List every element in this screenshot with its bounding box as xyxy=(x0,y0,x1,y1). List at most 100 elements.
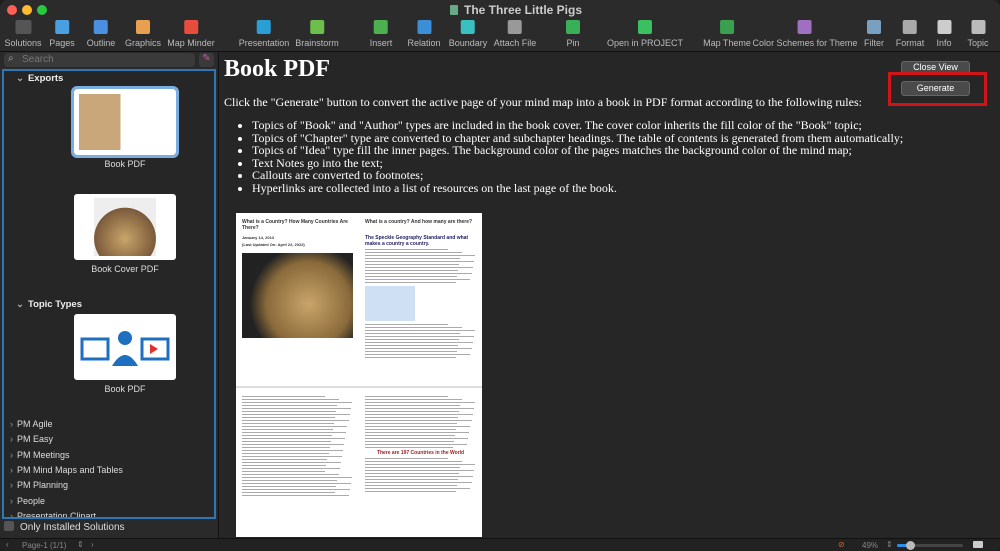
book-cover-pdf-label[interactable]: Book Cover PDF xyxy=(54,264,196,274)
text-line xyxy=(365,426,471,427)
checkbox[interactable] xyxy=(4,521,14,531)
text-line xyxy=(242,414,350,415)
category-label: PM Mind Maps and Tables xyxy=(17,464,123,475)
minimize-window-button[interactable] xyxy=(22,5,32,15)
toolbar-label: Graphics xyxy=(124,38,162,48)
text-line xyxy=(242,429,334,430)
content-view: Book PDF Click the "Generate" button to … xyxy=(220,52,1000,538)
toolbar-label: Info xyxy=(936,38,952,48)
text-line xyxy=(365,467,461,468)
category-item[interactable]: › People xyxy=(10,496,45,506)
preview-text-lines xyxy=(365,396,476,448)
toolbar-button-info[interactable]: Info xyxy=(936,20,952,48)
prev-page-icon[interactable]: ‹ xyxy=(6,540,9,549)
map-minder-icon xyxy=(184,20,198,34)
zoom-stepper-icon[interactable]: ⇕ xyxy=(886,540,893,549)
close-window-button[interactable] xyxy=(7,5,17,15)
next-page-icon[interactable]: › xyxy=(91,540,94,549)
text-line xyxy=(365,399,462,400)
toolbar-button-graphics[interactable]: Graphics xyxy=(125,20,161,48)
toolbar-button-pages[interactable]: Pages xyxy=(49,20,75,48)
preview-heading: What is a Country? How Many Countries Ar… xyxy=(242,219,348,231)
text-line xyxy=(365,342,473,343)
toolbar-label: Relation xyxy=(407,38,441,48)
topic-book-pdf-thumbnail[interactable] xyxy=(74,314,176,380)
toolbar: The Three Little Pigs Solutions Pages Outl… xyxy=(0,0,1000,52)
toolbar-button-map-minder[interactable]: Map Minder xyxy=(167,20,215,48)
toolbar-button-filter[interactable]: Filter xyxy=(864,20,884,48)
toolbar-label: Format xyxy=(895,38,925,48)
category-item[interactable]: › PM Mind Maps and Tables xyxy=(10,465,123,475)
toolbar-button-presentation[interactable]: Presentation xyxy=(239,20,289,48)
toolbar-button-relation[interactable]: Relation xyxy=(407,20,441,48)
rule-item: Hyperlinks are collected into a list of … xyxy=(252,182,903,195)
presentation-icon xyxy=(256,20,271,34)
edit-solutions-icon[interactable]: ✎ xyxy=(199,53,214,67)
only-installed-checkbox[interactable]: Only Installed Solutions xyxy=(4,521,125,533)
text-line xyxy=(365,330,475,331)
text-line xyxy=(365,357,457,358)
hide-icon[interactable]: ⊘ xyxy=(838,540,845,549)
book-user-icon xyxy=(80,331,170,366)
text-line xyxy=(242,489,350,490)
zoom-slider[interactable] xyxy=(897,541,963,550)
category-item[interactable]: › Presentation Clipart xyxy=(10,511,96,517)
text-line xyxy=(365,249,449,250)
text-line xyxy=(365,264,460,265)
zoom-window-button[interactable] xyxy=(37,5,47,15)
category-item[interactable]: › PM Planning xyxy=(10,480,68,490)
solutions-tree[interactable]: ⌄ Exports Book PDF Book Cover PDF ⌄ Topic … xyxy=(2,69,216,519)
toolbar-label: Map Minder xyxy=(167,38,215,48)
text-line xyxy=(242,402,352,403)
toolbar-label: Pin xyxy=(566,38,580,48)
toolbar-button-map-theme[interactable]: Map Theme xyxy=(703,20,751,48)
text-line xyxy=(365,482,472,483)
book-pdf-thumbnail[interactable] xyxy=(71,86,179,158)
text-line xyxy=(242,396,326,397)
toolbar-button-attach-file[interactable]: Attach File xyxy=(494,20,536,48)
toolbar-button-solutions[interactable]: Solutions xyxy=(4,20,42,48)
topic-book-pdf-label[interactable]: Book PDF xyxy=(54,384,196,394)
category-item[interactable]: › PM Meetings xyxy=(10,450,70,460)
toolbar-button-open-in-project[interactable]: Open in PROJECT xyxy=(607,20,683,48)
zoom-slider-knob[interactable] xyxy=(905,541,915,550)
search-input[interactable]: ⌕ Search xyxy=(4,53,195,67)
toolbar-button-insert[interactable]: Insert xyxy=(370,20,392,48)
toolbar-button-topic[interactable]: Topic xyxy=(967,20,989,48)
toolbar-button-color-schemes-for-theme[interactable]: Color Schemes for Theme xyxy=(753,20,857,48)
toolbar-button-outline[interactable]: Outline xyxy=(87,20,115,48)
zoom-level: 49% xyxy=(862,541,879,550)
text-line xyxy=(365,267,473,268)
text-line xyxy=(365,351,458,352)
text-line xyxy=(365,461,462,462)
section-exports[interactable]: ⌄ Exports xyxy=(16,73,63,84)
preview-page-4: There are 197 Countries in the World xyxy=(359,388,482,537)
rules-list: Topics of "Book" and "Author" types are … xyxy=(252,119,903,195)
text-line xyxy=(365,345,459,346)
book-pdf-label[interactable]: Book PDF xyxy=(54,159,196,169)
category-item[interactable]: › PM Easy xyxy=(10,434,53,444)
page-stepper-icon[interactable]: ⇕ xyxy=(77,540,84,549)
text-line xyxy=(365,423,458,424)
book-cover-pdf-thumbnail[interactable] xyxy=(74,194,176,260)
preview-text-lines xyxy=(242,396,353,496)
toolbar-button-pin[interactable]: Pin xyxy=(566,20,580,48)
pin-icon xyxy=(566,20,580,34)
generate-button[interactable]: Generate xyxy=(901,81,970,96)
category-label: People xyxy=(17,495,46,506)
preview-page-1: What is a Country? How Many Countries Ar… xyxy=(236,213,359,386)
document-icon xyxy=(450,5,458,15)
section-topic-types[interactable]: ⌄ Topic Types xyxy=(16,299,82,310)
rule-item: Topics of "Idea" type fill the inner pag… xyxy=(252,144,903,157)
outline-icon xyxy=(94,20,108,34)
project-icon xyxy=(638,20,652,34)
preview-heading: There are 197 Countries in the World xyxy=(376,450,465,456)
fit-page-icon[interactable] xyxy=(973,541,983,548)
text-line xyxy=(242,456,342,457)
category-item[interactable]: › PM Agile xyxy=(10,419,53,429)
toolbar-button-format[interactable]: Format xyxy=(895,20,925,48)
toolbar-button-boundary[interactable]: Boundary xyxy=(449,20,487,48)
brainstorm-icon xyxy=(309,20,324,34)
text-line xyxy=(365,336,474,337)
toolbar-button-brainstorm[interactable]: Brainstorm xyxy=(295,20,339,48)
